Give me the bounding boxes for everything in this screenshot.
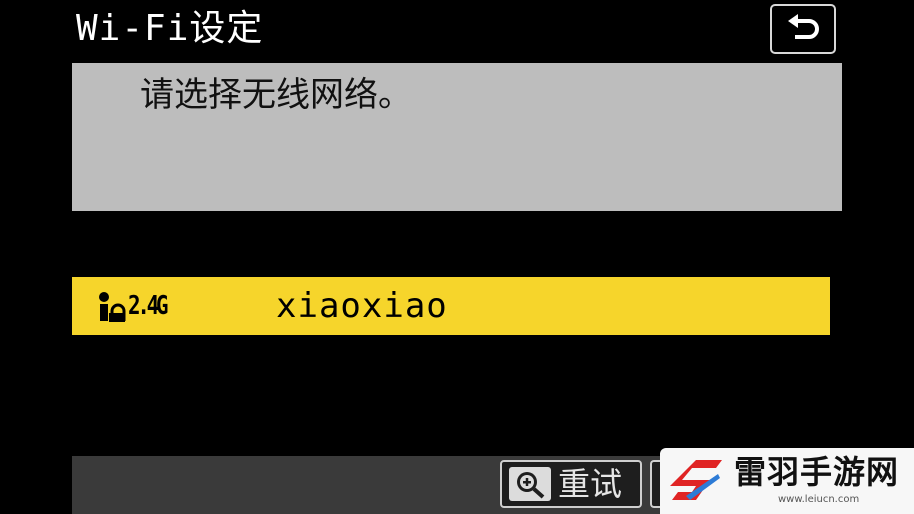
zoom-in-icon xyxy=(509,467,551,501)
return-arrow-icon xyxy=(788,14,819,39)
retry-label: 重试 xyxy=(558,465,623,503)
ssid-label: xiaoxiao xyxy=(276,286,448,326)
watermark-logo-icon xyxy=(670,460,722,500)
band-label: 2.4G xyxy=(128,291,168,321)
watermark: 雷羽手游网 www.leiucn.com xyxy=(660,448,914,514)
network-list-item[interactable]: 2.4G xiaoxiao xyxy=(72,277,830,335)
instruction-text: 请选择无线网络。 xyxy=(140,75,412,115)
retry-button[interactable]: 重试 xyxy=(500,460,642,508)
watermark-url: www.leiucn.com xyxy=(778,494,860,505)
wifi-signal-icon xyxy=(99,292,126,322)
message-panel: 请选择无线网络。 xyxy=(72,63,842,211)
watermark-name: 雷羽手游网 xyxy=(734,453,900,491)
back-button[interactable] xyxy=(770,4,836,54)
page-title: Wi-Fi设定 xyxy=(76,8,264,49)
